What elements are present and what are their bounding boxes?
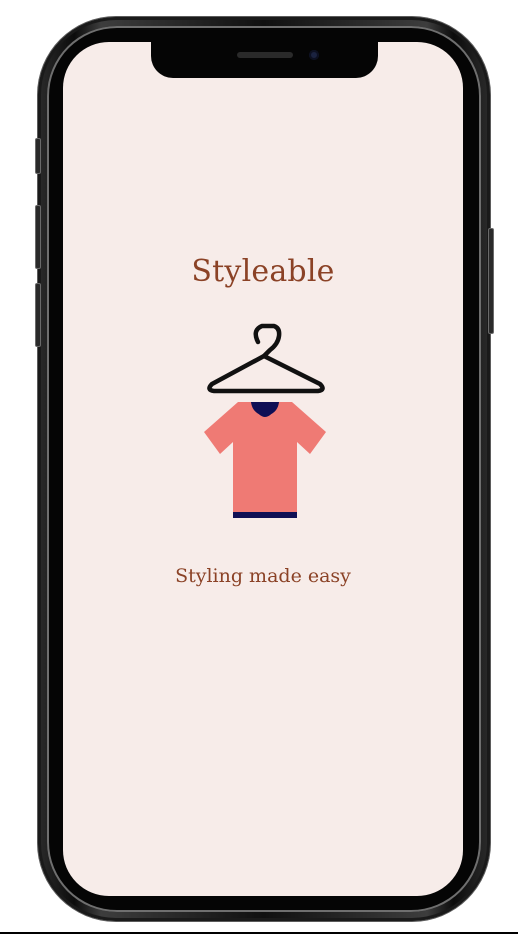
tshirt-icon xyxy=(204,402,326,518)
notch xyxy=(151,42,378,78)
front-camera xyxy=(309,50,319,60)
mute-switch xyxy=(35,138,41,174)
tagline: Styling made easy xyxy=(175,565,351,587)
volume-up-button xyxy=(35,205,41,269)
divider xyxy=(0,932,518,934)
hanger-icon xyxy=(207,323,325,394)
power-button xyxy=(488,228,494,334)
volume-down-button xyxy=(35,283,41,347)
speaker-grille xyxy=(237,52,293,58)
app-title: Styleable xyxy=(191,254,335,289)
hanger-shirt-icon xyxy=(204,323,326,518)
